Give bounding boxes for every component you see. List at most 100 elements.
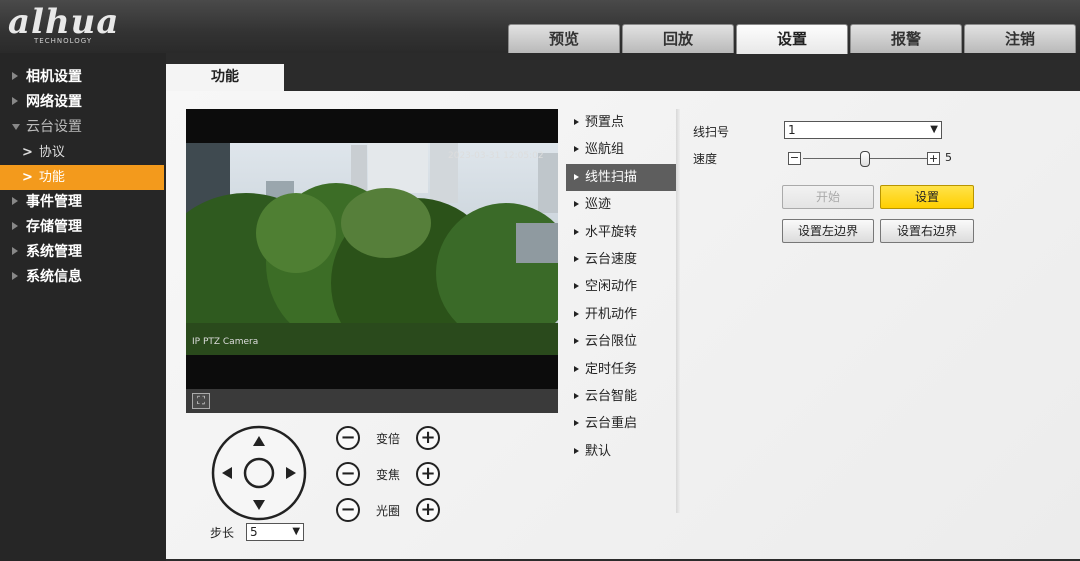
menu-divider bbox=[676, 109, 680, 513]
menu-item-ptz-speed[interactable]: 云台速度 bbox=[566, 246, 676, 273]
triangle-right-icon bbox=[574, 392, 579, 399]
focus-far-button[interactable]: + bbox=[416, 462, 440, 486]
ptz-direction-pad[interactable] bbox=[210, 424, 308, 522]
triangle-down-icon bbox=[12, 124, 20, 130]
scan-number-label: 线扫号 bbox=[693, 125, 730, 139]
sidebar-item-label: 系统管理 bbox=[26, 244, 82, 260]
iris-control: − 光圈 + bbox=[336, 498, 440, 522]
menu-item-idle-motion[interactable]: 空闲动作 bbox=[566, 273, 676, 300]
scan-number-select[interactable]: 1 ▼ bbox=[784, 121, 942, 139]
fullscreen-icon[interactable]: ⛶ bbox=[192, 393, 210, 409]
sidebar-item-system[interactable]: 系统管理 bbox=[0, 240, 166, 265]
tab-playback[interactable]: 回放 bbox=[622, 24, 734, 53]
triangle-right-icon bbox=[574, 447, 579, 454]
triangle-right-icon bbox=[12, 197, 18, 205]
menu-item-ptz-limit[interactable]: 云台限位 bbox=[566, 328, 676, 355]
zoom-in-button[interactable]: + bbox=[416, 426, 440, 450]
video-preview[interactable]: 2023-03-31 12:05:02 IP PTZ Camera ⛶ bbox=[186, 109, 558, 413]
triangle-right-icon bbox=[12, 247, 18, 255]
focus-control: − 变焦 + bbox=[336, 462, 440, 486]
sidebar-subitem-protocol[interactable]: > 协议 bbox=[0, 140, 166, 165]
top-nav: 预览 回放 设置 报警 注销 bbox=[508, 24, 1078, 54]
tab-alarm[interactable]: 报警 bbox=[850, 24, 962, 53]
triangle-right-icon bbox=[12, 72, 18, 80]
menu-item-default[interactable]: 默认 bbox=[566, 438, 676, 465]
sidebar-item-event[interactable]: 事件管理 bbox=[0, 190, 166, 215]
start-button[interactable]: 开始 bbox=[782, 185, 874, 209]
speed-slider-thumb[interactable] bbox=[860, 151, 870, 167]
menu-item-pan[interactable]: 水平旋转 bbox=[566, 219, 676, 246]
dahua-logo: alhua TECHNOLOGY bbox=[8, 2, 120, 45]
chevron-down-icon: ▼ bbox=[930, 124, 938, 135]
sidebar: 相机设置 网络设置 云台设置 > 协议 > 功能 事件管理 存储管理 系统管理 系统… bbox=[0, 53, 166, 561]
sidebar-item-ptz[interactable]: 云台设置 bbox=[0, 115, 166, 140]
menu-item-ptz-restart[interactable]: 云台重启 bbox=[566, 410, 676, 437]
triangle-right-icon bbox=[574, 119, 579, 125]
sidebar-item-label: 系统信息 bbox=[26, 269, 82, 285]
tab-logout[interactable]: 注销 bbox=[964, 24, 1076, 53]
sidebar-subitem-label: 协议 bbox=[38, 145, 65, 160]
focus-label: 变焦 bbox=[375, 467, 400, 482]
camera-scene bbox=[186, 143, 558, 373]
triangle-right-icon bbox=[574, 146, 579, 153]
video-camera-name-overlay: IP PTZ Camera bbox=[192, 337, 259, 347]
triangle-right-icon bbox=[574, 310, 579, 317]
speed-value: 5 bbox=[945, 151, 952, 164]
triangle-right-icon bbox=[574, 228, 579, 235]
menu-item-tour[interactable]: 巡航组 bbox=[566, 136, 676, 163]
triangle-right-icon bbox=[574, 338, 579, 345]
content-area: 2023-03-31 12:05:02 IP PTZ Camera ⛶ − 变倍… bbox=[166, 91, 1080, 559]
sidebar-item-label: 相机设置 bbox=[26, 69, 82, 85]
step-select[interactable]: 5 ▼ bbox=[246, 523, 305, 541]
triangle-right-icon bbox=[12, 272, 18, 280]
triangle-right-icon bbox=[12, 222, 18, 230]
menu-item-power-up[interactable]: 开机动作 bbox=[566, 301, 676, 328]
content-tab-function[interactable]: 功能 bbox=[166, 64, 284, 91]
zoom-label: 变倍 bbox=[375, 431, 400, 446]
triangle-right-icon bbox=[574, 365, 579, 372]
focus-near-button[interactable]: − bbox=[336, 462, 360, 486]
zoom-control: − 变倍 + bbox=[336, 426, 440, 450]
set-right-limit-button[interactable]: 设置右边界 bbox=[880, 219, 974, 243]
sidebar-item-label: 存储管理 bbox=[26, 219, 82, 235]
sidebar-item-info[interactable]: 系统信息 bbox=[0, 265, 166, 290]
sidebar-item-label: 网络设置 bbox=[26, 94, 82, 110]
step-control: 步长 5 ▼ bbox=[210, 523, 305, 541]
tab-settings[interactable]: 设置 bbox=[736, 24, 848, 54]
sidebar-item-label: 事件管理 bbox=[26, 194, 82, 210]
camera-scene-image bbox=[186, 143, 558, 373]
menu-item-time-task[interactable]: 定时任务 bbox=[566, 356, 676, 383]
speed-decrease-button[interactable]: − bbox=[788, 152, 801, 165]
menu-item-preset[interactable]: 预置点 bbox=[566, 109, 676, 136]
sidebar-item-storage[interactable]: 存储管理 bbox=[0, 215, 166, 240]
triangle-right-icon bbox=[574, 255, 579, 262]
speed-label: 速度 bbox=[693, 152, 718, 166]
sidebar-subitem-function[interactable]: > 功能 bbox=[0, 165, 164, 190]
speed-increase-button[interactable]: + bbox=[927, 152, 940, 165]
iris-open-button[interactable]: + bbox=[416, 498, 440, 522]
chevron-down-icon: ▼ bbox=[292, 526, 301, 537]
step-label: 步长 bbox=[210, 525, 235, 540]
video-timestamp-overlay: 2023-03-31 12:05:02 bbox=[448, 151, 544, 161]
menu-item-pattern[interactable]: 巡迹 bbox=[566, 191, 676, 218]
set-button[interactable]: 设置 bbox=[880, 185, 974, 209]
set-left-limit-button[interactable]: 设置左边界 bbox=[782, 219, 874, 243]
zoom-out-button[interactable]: − bbox=[336, 426, 360, 450]
iris-close-button[interactable]: − bbox=[336, 498, 360, 522]
sidebar-subitem-label: 功能 bbox=[38, 170, 65, 185]
speed-slider[interactable]: − + 5 bbox=[788, 151, 958, 167]
menu-item-ptz-smart[interactable]: 云台智能 bbox=[566, 383, 676, 410]
header: alhua TECHNOLOGY 预览 回放 设置 报警 注销 bbox=[0, 0, 1080, 54]
menu-item-scan[interactable]: 线性扫描 bbox=[566, 163, 676, 192]
triangle-right-icon bbox=[574, 173, 579, 180]
sidebar-item-camera[interactable]: 相机设置 bbox=[0, 65, 166, 90]
chevron-right-icon: > bbox=[22, 170, 33, 185]
iris-label: 光圈 bbox=[375, 503, 400, 518]
triangle-right-icon bbox=[574, 283, 579, 290]
sidebar-item-network[interactable]: 网络设置 bbox=[0, 90, 166, 115]
tab-preview[interactable]: 预览 bbox=[508, 24, 620, 53]
video-toolbar: ⛶ bbox=[186, 389, 558, 413]
chevron-right-icon: > bbox=[22, 145, 33, 160]
sidebar-item-label: 云台设置 bbox=[26, 119, 82, 135]
ptz-function-menu: 预置点 巡航组 线性扫描 巡迹 水平旋转 云台速度 空闲动作 开机动作 云台限位… bbox=[566, 109, 676, 513]
